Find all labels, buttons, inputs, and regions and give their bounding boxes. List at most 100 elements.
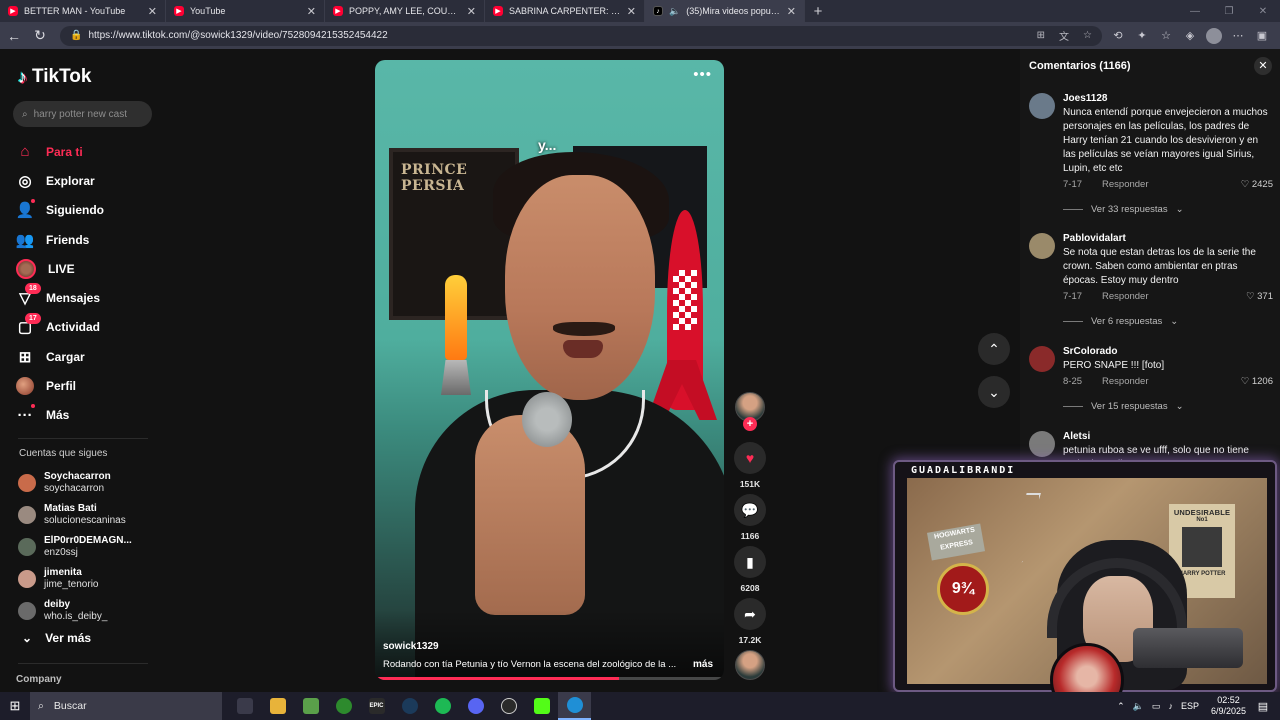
favorite-star-icon[interactable]: ☆ bbox=[1083, 30, 1092, 41]
browser-tab[interactable]: ▶ SABRINA CARPENTER: ¿TALENTO ✕ bbox=[485, 0, 645, 22]
browser-tab[interactable]: ▶ YouTube ✕ bbox=[166, 0, 325, 22]
restore-icon[interactable]: ❐ bbox=[1212, 0, 1246, 22]
search-input[interactable]: ⌕ harry potter new cast bbox=[13, 101, 152, 127]
sidebar-item-mas[interactable]: ··· Más bbox=[16, 401, 104, 430]
sidebar-item-explorar[interactable]: ◎ Explorar bbox=[16, 166, 104, 195]
taskbar-app-steam[interactable] bbox=[393, 692, 426, 720]
comment-user[interactable]: Aletsi bbox=[1063, 431, 1090, 442]
view-replies-button[interactable]: Ver 15 respuestas ⌄ bbox=[1063, 401, 1184, 412]
notifications-icon[interactable]: ▤ bbox=[1254, 697, 1272, 715]
shield-icon[interactable]: ◈ bbox=[1178, 24, 1202, 48]
save-button[interactable]: ▮ bbox=[734, 546, 766, 578]
video-progress-bar[interactable] bbox=[375, 677, 724, 680]
network-icon[interactable]: ▭ bbox=[1152, 701, 1161, 712]
taskbar-app-edge[interactable] bbox=[558, 692, 591, 720]
extensions-puzzle-icon[interactable]: ✦ bbox=[1130, 24, 1154, 48]
sidebar-toggle-icon[interactable]: ▣ bbox=[1250, 24, 1274, 48]
taskbar-app-discord[interactable] bbox=[459, 692, 492, 720]
new-tab-button[interactable]: + bbox=[805, 0, 831, 22]
speaker-icon[interactable]: ♪ bbox=[1168, 701, 1173, 711]
comment-like-button[interactable]: ♡ 2425 bbox=[1241, 179, 1273, 190]
sidebar-item-actividad[interactable]: ▢ 17 Actividad bbox=[16, 312, 104, 342]
view-replies-button[interactable]: Ver 33 respuestas ⌄ bbox=[1063, 204, 1184, 215]
taskbar-app-obs[interactable] bbox=[492, 692, 525, 720]
video-author[interactable]: sowick1329 bbox=[383, 641, 439, 652]
extension-icon[interactable]: ⟲ bbox=[1106, 24, 1130, 48]
avatar[interactable] bbox=[1029, 93, 1055, 119]
video-more-options-icon[interactable]: ••• bbox=[693, 66, 712, 83]
volume-icon[interactable]: 🔈 bbox=[1133, 701, 1144, 712]
address-bar[interactable]: 🔒 https://www.tiktok.com/@sowick1329/vid… bbox=[60, 25, 1102, 46]
avatar[interactable] bbox=[1029, 431, 1055, 457]
comment-button[interactable]: 💬 bbox=[734, 494, 766, 526]
music-avatar[interactable] bbox=[735, 650, 765, 680]
reply-button[interactable]: Responder bbox=[1102, 376, 1148, 387]
back-button[interactable]: ← bbox=[2, 24, 26, 48]
close-window-icon[interactable]: ✕ bbox=[1246, 0, 1280, 22]
company-link[interactable]: Company bbox=[16, 674, 62, 685]
taskbar-app-task-view[interactable] bbox=[228, 692, 261, 720]
following-account[interactable]: jimenita jime_tenorio bbox=[18, 563, 132, 595]
speaker-icon[interactable]: 🔈 bbox=[669, 6, 680, 17]
browser-tab-active[interactable]: ♪ 🔈 (35)Mira videos populares se ✕ bbox=[645, 0, 805, 22]
sidebar-item-label: Para ti bbox=[46, 144, 83, 159]
sidebar-item-perfil[interactable]: Perfil bbox=[16, 371, 104, 400]
close-tab-icon[interactable]: ✕ bbox=[467, 5, 476, 18]
sidebar-item-friends[interactable]: 👥 Friends bbox=[16, 225, 104, 254]
refresh-button[interactable]: ↻ bbox=[28, 24, 52, 48]
language-indicator[interactable]: ESP bbox=[1181, 701, 1199, 711]
apps-icon[interactable]: ⊞ bbox=[1037, 30, 1045, 41]
close-tab-icon[interactable]: ✕ bbox=[148, 5, 157, 18]
taskbar-app-file-explorer[interactable] bbox=[261, 692, 294, 720]
comment-user[interactable]: Joes1128 bbox=[1063, 93, 1108, 104]
share-button[interactable]: ➦ bbox=[734, 598, 766, 630]
following-account[interactable]: deiby who.is_deiby_ bbox=[18, 595, 132, 627]
following-account[interactable]: Matias Bati solucionescaninas bbox=[18, 499, 132, 531]
translate-icon[interactable]: 文 bbox=[1059, 28, 1069, 43]
reply-button[interactable]: Responder bbox=[1102, 179, 1148, 190]
taskbar-app-kick[interactable] bbox=[525, 692, 558, 720]
taskbar-search[interactable]: ⌕ Buscar bbox=[30, 692, 222, 720]
video-player[interactable]: PRINCE PERSIA y... ••• sowick1329 Rodand… bbox=[375, 60, 724, 680]
taskbar-app-xbox[interactable] bbox=[327, 692, 360, 720]
clock[interactable]: 02:52 6/9/2025 bbox=[1211, 695, 1246, 717]
url-text[interactable]: https://www.tiktok.com/@sowick1329/video… bbox=[88, 30, 1022, 41]
sidebar-item-siguiendo[interactable]: 👤 Siguiendo bbox=[16, 196, 104, 225]
close-comments-button[interactable]: ✕ bbox=[1254, 57, 1272, 75]
windows-start-button[interactable]: ⊞ bbox=[0, 692, 30, 720]
next-video-button[interactable]: ⌄ bbox=[978, 376, 1010, 408]
close-tab-icon[interactable]: ✕ bbox=[307, 5, 316, 18]
browser-tab[interactable]: ▶ BETTER MAN - YouTube ✕ bbox=[0, 0, 166, 22]
chevron-up-icon[interactable]: ⌃ bbox=[1117, 701, 1125, 712]
favorites-icon[interactable]: ☆ bbox=[1154, 24, 1178, 48]
view-replies-button[interactable]: Ver 6 respuestas ⌄ bbox=[1063, 316, 1178, 327]
like-button[interactable]: ♥ bbox=[734, 442, 766, 474]
video-more-link[interactable]: más bbox=[693, 659, 713, 670]
close-tab-icon[interactable]: ✕ bbox=[787, 5, 796, 18]
following-account[interactable]: ElP0rr0DEMAGN... enz0ssj bbox=[18, 531, 132, 563]
follow-plus-icon[interactable]: + bbox=[743, 417, 757, 431]
ver-mas-button[interactable]: ⌄ Ver más bbox=[22, 631, 91, 645]
avatar[interactable] bbox=[1029, 346, 1055, 372]
close-tab-icon[interactable]: ✕ bbox=[627, 5, 636, 18]
profile-avatar-icon[interactable] bbox=[1206, 27, 1222, 44]
comment-like-button[interactable]: ♡ 1206 bbox=[1241, 376, 1273, 387]
tiktok-logo[interactable]: ♪ TikTok bbox=[18, 66, 91, 88]
sidebar-item-mensajes[interactable]: ▽ 18 Mensajes bbox=[16, 283, 104, 312]
sidebar-item-live[interactable]: LIVE bbox=[16, 254, 104, 283]
comment-user[interactable]: Pablovidalart bbox=[1063, 233, 1126, 244]
comment-user[interactable]: SrColorado bbox=[1063, 346, 1117, 357]
previous-video-button[interactable]: ⌃ bbox=[978, 333, 1010, 365]
taskbar-app-spotify[interactable] bbox=[426, 692, 459, 720]
minimize-icon[interactable]: — bbox=[1178, 0, 1212, 22]
avatar[interactable] bbox=[1029, 233, 1055, 259]
taskbar-app-epic-games[interactable]: EPIC bbox=[360, 692, 393, 720]
sidebar-item-cargar[interactable]: ⊞ Cargar bbox=[16, 342, 104, 371]
comment-like-button[interactable]: ♡ 371 bbox=[1246, 291, 1273, 302]
reply-button[interactable]: Responder bbox=[1102, 291, 1148, 302]
browser-tab[interactable]: ▶ POPPY, AMY LEE, COURTNEY LAP ✕ bbox=[325, 0, 485, 22]
sidebar-item-para-ti[interactable]: ⌂ Para ti bbox=[16, 137, 104, 166]
menu-dots-icon[interactable]: ⋯ bbox=[1226, 24, 1250, 48]
taskbar-app-minecraft[interactable] bbox=[294, 692, 327, 720]
following-account[interactable]: Soychacarron soychacarron bbox=[18, 467, 132, 499]
